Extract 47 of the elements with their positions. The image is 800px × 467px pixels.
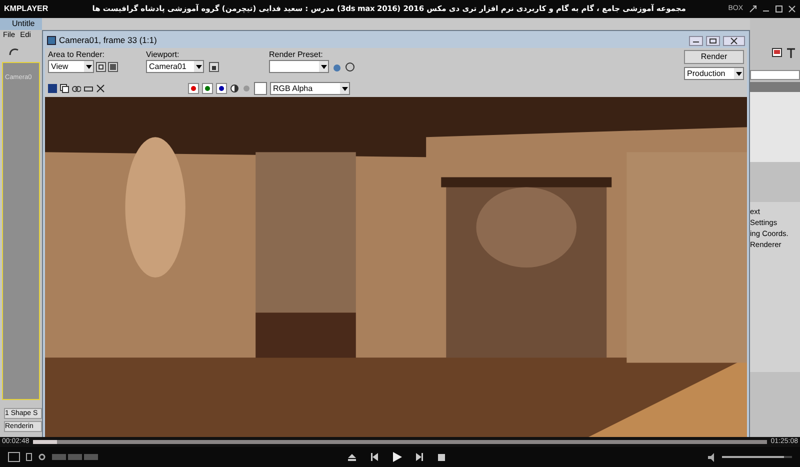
caret-icon	[340, 83, 349, 94]
viewport-dropdown[interactable]: Camera01	[146, 60, 204, 73]
area-dropdown[interactable]: View	[48, 60, 94, 73]
render-button[interactable]: Render	[684, 50, 744, 64]
alpha-icon[interactable]	[230, 84, 239, 93]
toggle-buttons-icon[interactable]	[52, 454, 100, 460]
channel-dropdown[interactable]: RGB Alpha	[270, 82, 350, 95]
caret-icon	[84, 61, 93, 72]
preset-dropdown[interactable]	[269, 60, 329, 73]
color-swatch[interactable]	[254, 82, 267, 95]
crop-icon[interactable]	[108, 62, 118, 72]
maximize-icon[interactable]	[775, 5, 783, 13]
dropdown-field[interactable]	[750, 70, 800, 80]
field-label: Viewport:	[146, 50, 180, 60]
channel-toggle-icon[interactable]	[202, 83, 213, 94]
close-icon[interactable]	[788, 5, 796, 13]
region-icon[interactable]	[96, 62, 106, 72]
minimize-icon[interactable]	[689, 36, 703, 46]
previous-icon[interactable]	[370, 453, 378, 461]
copy-icon[interactable]	[60, 84, 69, 93]
maximize-icon[interactable]	[706, 36, 720, 46]
playlist-icon[interactable]	[26, 453, 32, 461]
clear-icon[interactable]	[96, 84, 105, 93]
caret-icon	[734, 68, 743, 79]
settings-icon[interactable]	[38, 453, 46, 461]
undo-icon[interactable]	[8, 46, 20, 56]
lock-icon[interactable]	[209, 62, 219, 72]
channel-toggle-icon[interactable]	[216, 83, 227, 94]
channel-toggle-icon[interactable]	[188, 83, 199, 94]
next-icon[interactable]	[416, 453, 424, 461]
player-logo: KMPLAYER	[4, 3, 50, 15]
close-icon[interactable]	[723, 36, 745, 46]
render-setup-icon[interactable]	[772, 48, 782, 58]
caret-icon	[194, 61, 203, 72]
stop-icon[interactable]	[438, 454, 445, 460]
pin-icon[interactable]	[749, 5, 757, 13]
field-label: Area to Render:	[48, 50, 106, 60]
clone-icon[interactable]	[72, 84, 81, 93]
window-title: Untitle	[0, 18, 42, 30]
app-icon	[47, 36, 56, 45]
circle-icon[interactable]	[345, 62, 355, 72]
list-highlight	[750, 82, 800, 92]
caret-icon	[319, 61, 328, 72]
field-label: Render Preset:	[269, 50, 324, 60]
render-window-title: Camera01, frame 33 (1:1)	[59, 34, 158, 47]
mode-dropdown[interactable]: Production	[684, 67, 744, 80]
eject-icon[interactable]	[348, 453, 356, 461]
